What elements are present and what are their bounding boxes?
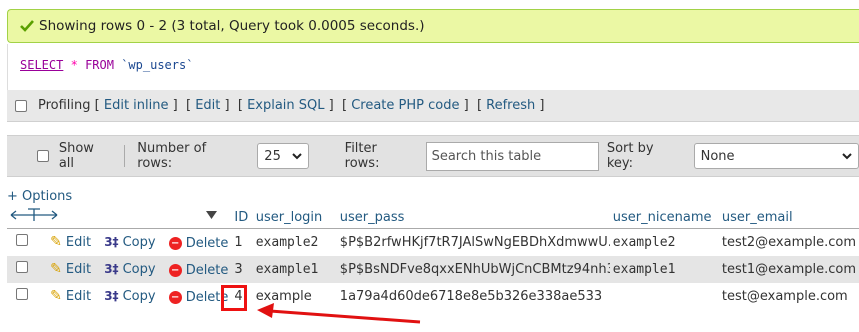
annotation-arrow-icon	[257, 303, 421, 324]
